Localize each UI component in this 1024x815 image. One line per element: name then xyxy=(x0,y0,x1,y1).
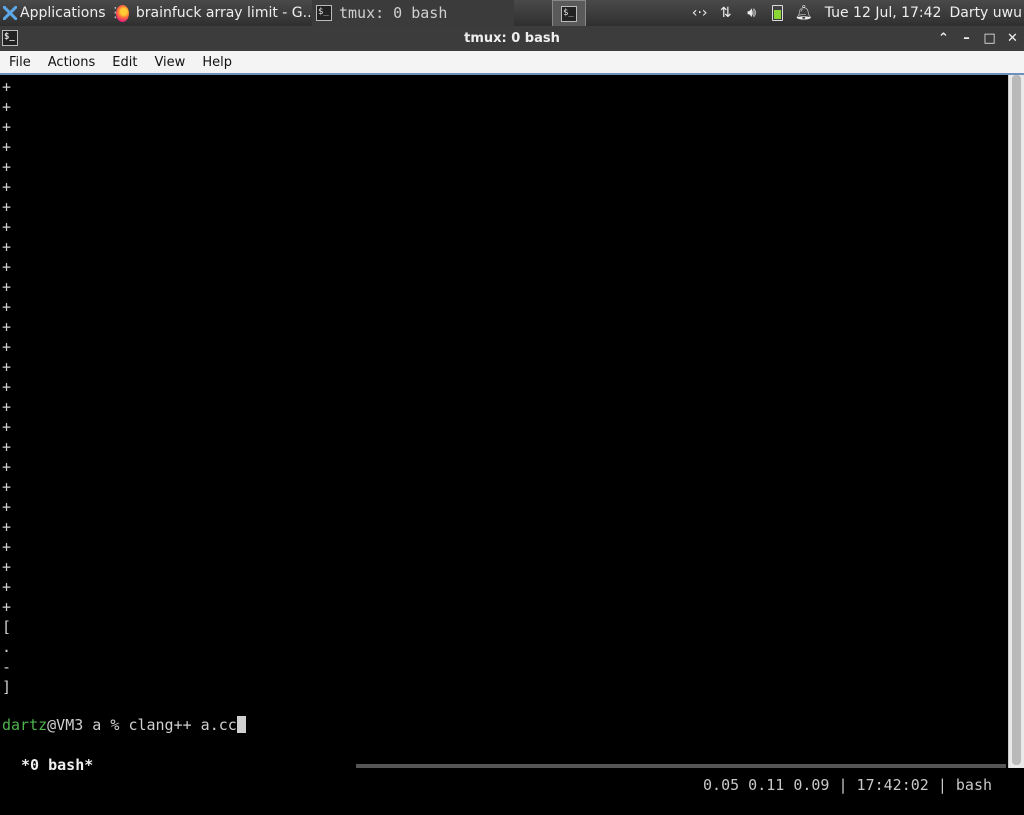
notification-bell-icon[interactable]: 🔔︎ xyxy=(791,0,817,26)
applications-menu-button[interactable]: Applications ⋮ xyxy=(0,0,123,26)
terminal-output-line: + xyxy=(2,358,12,376)
volume-icon[interactable]: 🔊︎ xyxy=(739,0,765,26)
terminal-output-line: + xyxy=(2,298,12,316)
terminal-output-line: + xyxy=(2,238,12,256)
terminal-output-line: + xyxy=(2,418,12,436)
taskbar-item-label: brainfuck array limit - G... xyxy=(135,5,316,21)
applications-label: Applications xyxy=(20,5,106,21)
text-cursor xyxy=(236,716,246,733)
network-arrows-icon[interactable]: ‹·› xyxy=(687,0,713,26)
terminal-icon: $_ xyxy=(316,5,332,21)
terminal-output-line: + xyxy=(2,578,12,596)
terminal-output-line: + xyxy=(2,338,12,356)
terminal-launcher-icon: $_ xyxy=(561,6,577,22)
prompt-host-path: @VM3 a % xyxy=(47,716,129,734)
terminal-output-line: + xyxy=(2,378,12,396)
xfce-logo-icon xyxy=(3,6,17,20)
terminal-output: + + + + + + + + + + + + + + + + + + + + + + + + + + + [. -] xyxy=(2,77,11,697)
terminal-output-line: . xyxy=(2,638,12,656)
terminal-output-line: + xyxy=(2,598,12,616)
vertical-scrollbar[interactable] xyxy=(1008,75,1024,768)
terminal-output-line: + xyxy=(2,318,12,336)
taskbar-item-terminal[interactable]: $_ tmux: 0 bash xyxy=(312,0,514,26)
terminal-output-line: + xyxy=(2,138,12,156)
menu-actions[interactable]: Actions xyxy=(39,55,104,70)
command-input[interactable]: clang++ a.cc xyxy=(128,716,236,734)
terminal-output-line: + xyxy=(2,198,12,216)
terminal-output-line: - xyxy=(2,658,12,676)
battery-icon[interactable] xyxy=(765,0,791,26)
user-menu[interactable]: Darty uwu xyxy=(949,5,1024,21)
terminal-output-line: + xyxy=(2,518,12,536)
terminal-output-line: + xyxy=(2,398,12,416)
prompt-line[interactable]: dartz@VM3 a % clang++ a.cc xyxy=(2,715,246,735)
scrollbar-thumb[interactable] xyxy=(1012,75,1021,765)
terminal-output-line: + xyxy=(2,218,12,236)
top-panel: Applications ⋮ brainfuck array limit - G… xyxy=(0,0,1024,28)
terminal-output-line: + xyxy=(2,478,12,496)
shade-icon[interactable]: ⌃ xyxy=(932,26,955,51)
terminal-output-line: + xyxy=(2,538,12,556)
terminal-output-line: [ xyxy=(2,618,12,636)
system-tray: ‹·› ⇅ 🔊︎ 🔔︎ Tue 12 Jul, 17:42 Darty uwu xyxy=(687,0,1024,26)
menu-help[interactable]: Help xyxy=(193,55,240,70)
tmux-status-right: 0.05 0.11 0.09 | 17:42:02 | bash xyxy=(703,776,992,794)
close-icon[interactable]: ✕ xyxy=(1001,26,1024,51)
terminal-output-line: + xyxy=(2,118,12,136)
window-titlebar[interactable]: $_ tmux: 0 bash ⌃ – □ ✕ xyxy=(0,26,1024,51)
terminal-output-line: + xyxy=(2,278,12,296)
taskbar-item-label: tmux: 0 bash xyxy=(339,4,448,22)
terminal-output-line: + xyxy=(2,158,12,176)
menu-bar: File Actions Edit View Help xyxy=(0,51,1024,75)
prompt-user: dartz xyxy=(2,716,48,734)
terminal-output-line: + xyxy=(2,78,12,96)
terminal-area[interactable]: + + + + + + + + + + + + + + + + + + + + + + + + + + + [. -] dartz@VM… xyxy=(0,75,1008,794)
terminal-output-line: + xyxy=(2,498,12,516)
terminal-output-line: + xyxy=(2,558,12,576)
maximize-icon[interactable]: □ xyxy=(978,26,1001,51)
window-title: tmux: 0 bash xyxy=(464,31,560,46)
terminal-output-line: + xyxy=(2,178,12,196)
taskbar-item-firefox[interactable]: brainfuck array limit - G... xyxy=(112,0,316,26)
terminal-output-line: + xyxy=(2,258,12,276)
menu-view[interactable]: View xyxy=(145,55,193,70)
tmux-window-label[interactable]: *0 bash* xyxy=(12,755,93,775)
terminal-output-line: + xyxy=(2,98,12,116)
network-updown-icon[interactable]: ⇅ xyxy=(713,0,739,26)
horizontal-scroll-strip xyxy=(356,764,1006,768)
terminal-output-line: + xyxy=(2,458,12,476)
clock[interactable]: Tue 12 Jul, 17:42 xyxy=(817,5,950,21)
menu-file[interactable]: File xyxy=(0,55,39,70)
tmux-status-bar: *0 bash* 0.05 0.11 0.09 | 17:42:02 | bas… xyxy=(0,735,1008,794)
menu-edit[interactable]: Edit xyxy=(103,55,145,70)
minimize-icon[interactable]: – xyxy=(955,26,978,51)
show-desktop-button[interactable]: $_ xyxy=(552,0,586,28)
terminal-output-line: + xyxy=(2,438,12,456)
firefox-icon xyxy=(116,4,129,22)
terminal-output-line: ] xyxy=(2,678,12,696)
